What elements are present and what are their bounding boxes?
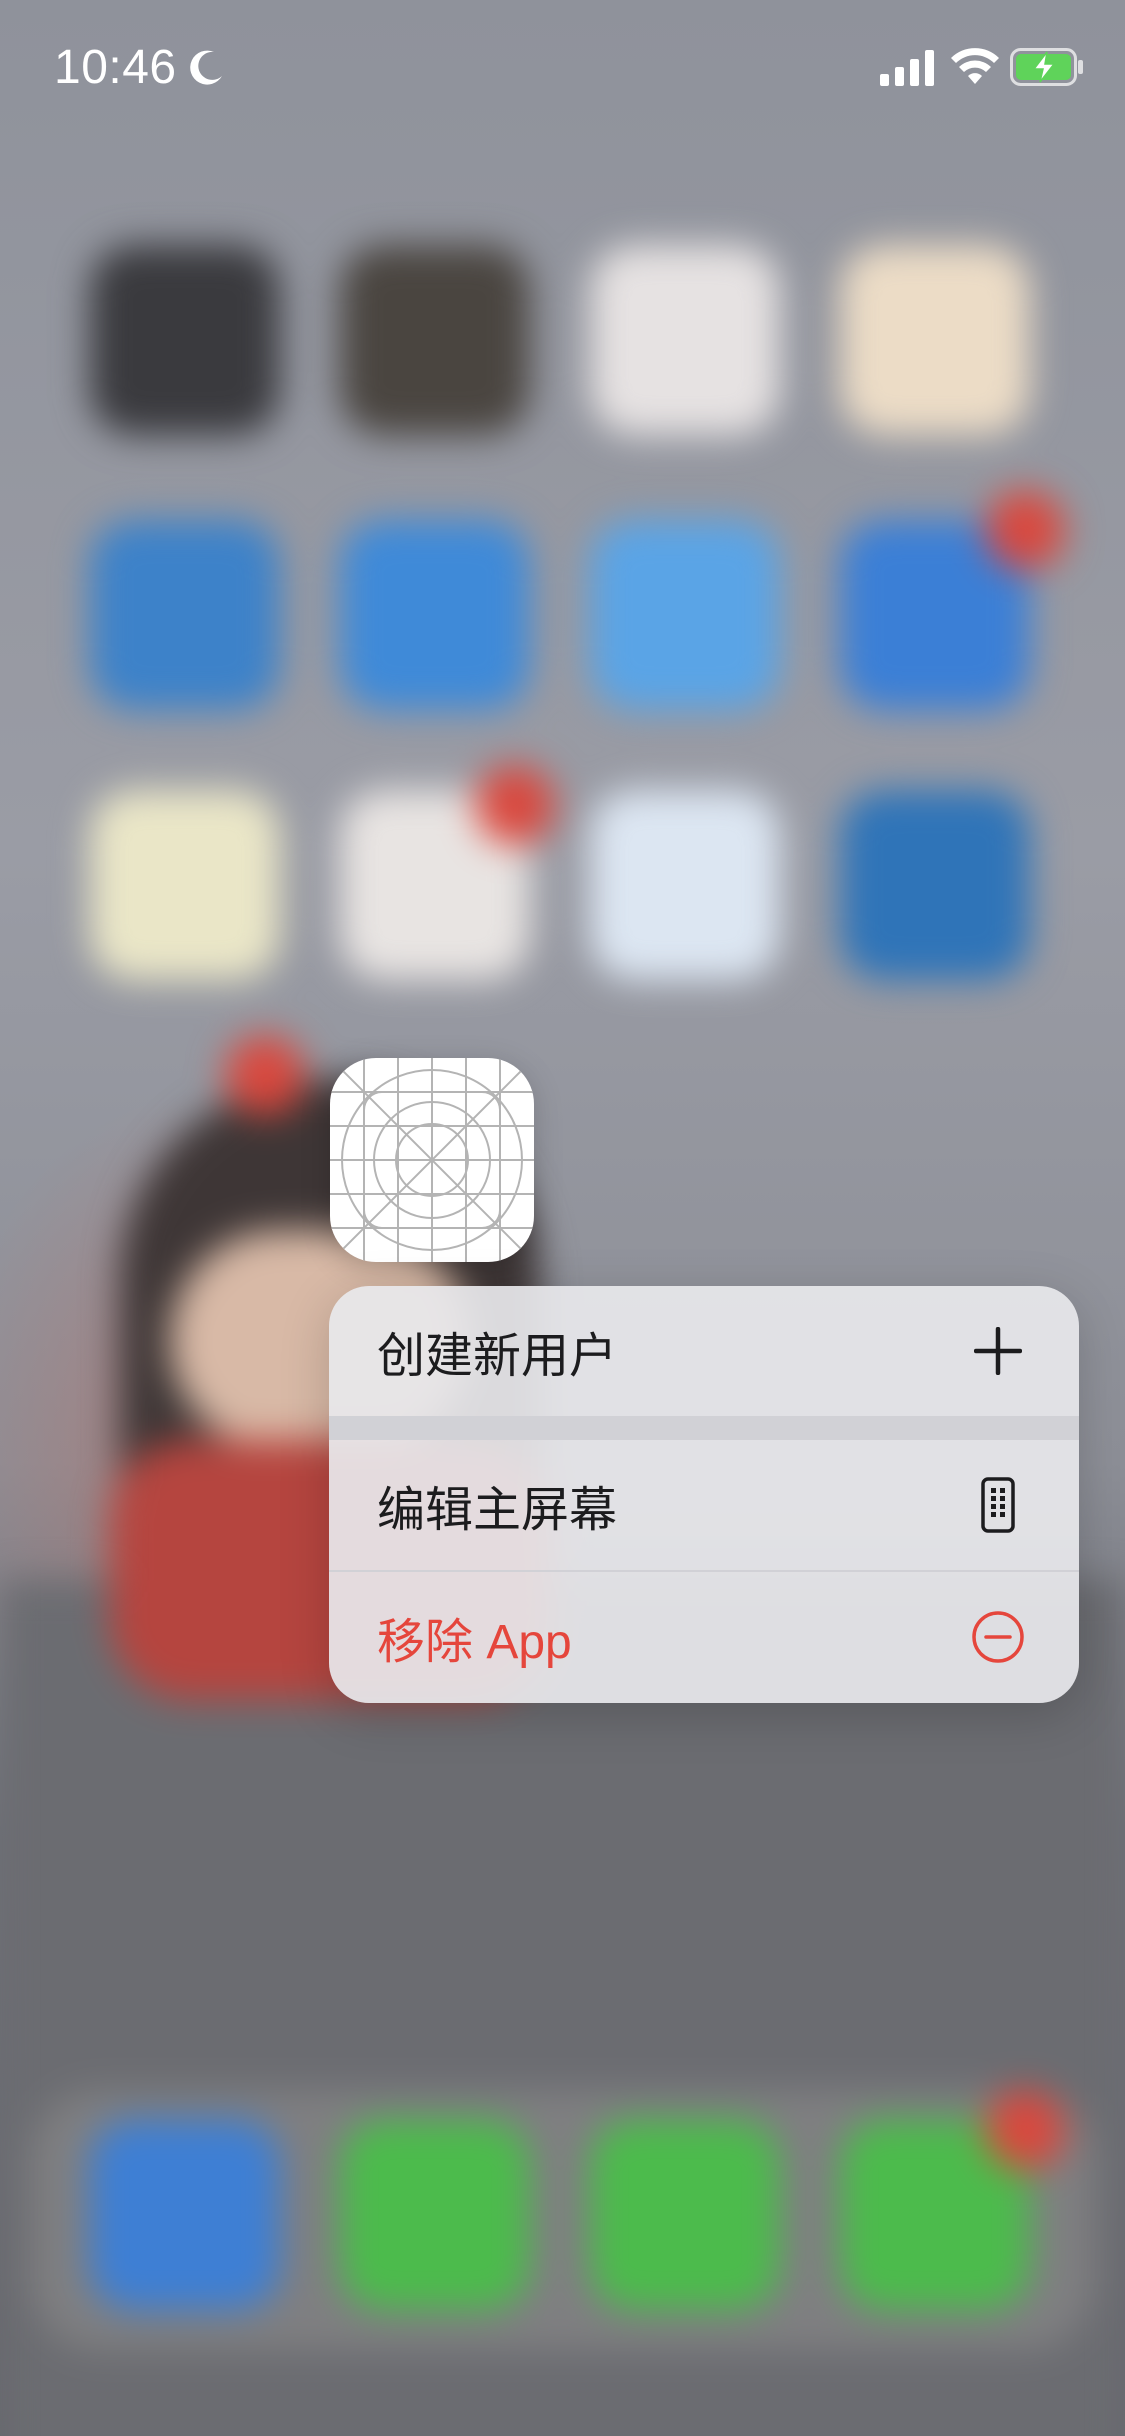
moon-icon — [190, 50, 222, 85]
phone-screen-icon — [971, 1477, 1025, 1533]
wifi-icon — [951, 48, 999, 84]
home-screen-background — [0, 0, 1125, 2436]
menu-item-remove-app[interactable]: 移除 App — [329, 1572, 1079, 1702]
menu-item-label: 移除 App — [377, 1616, 572, 1669]
menu-group-separator — [329, 1416, 1079, 1440]
minus-circle-icon — [971, 1610, 1025, 1664]
cellular-signal-icon — [880, 50, 934, 86]
menu-item-label: 创建新用户 — [377, 1330, 618, 1383]
placeholder-app-icon[interactable] — [330, 1058, 534, 1262]
menu-item-create-new-user[interactable]: 创建新用户 — [329, 1286, 1079, 1416]
status-bar: 10:46 — [0, 0, 1125, 140]
status-time: 10:46 — [54, 41, 177, 94]
menu-item-edit-home-screen[interactable]: 编辑主屏幕 — [329, 1440, 1079, 1570]
battery-charging-icon — [1010, 48, 1083, 86]
menu-item-label: 编辑主屏幕 — [377, 1484, 618, 1537]
app-context-menu: 创建新用户 编辑主屏幕 移除 App — [329, 1286, 1079, 1703]
plus-icon — [971, 1324, 1025, 1378]
app-grid-icon — [330, 1058, 534, 1262]
